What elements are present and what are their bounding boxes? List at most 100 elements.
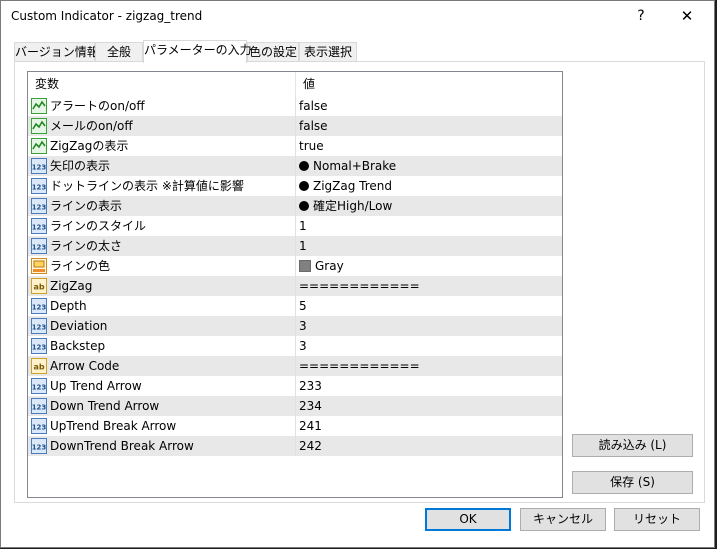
parameter-grid[interactable]: 変数 値 アラートのon/off false メールのon/off false ZigZ…	[27, 71, 563, 498]
color-swatch	[299, 260, 311, 272]
table-row[interactable]: 123 DownTrend Break Arrow 242	[28, 436, 562, 456]
parameter-name: 矢印の表示	[50, 159, 111, 173]
table-row[interactable]: 123 ドットラインの表示 ※計算値に影響 ZigZag Trend	[28, 176, 562, 196]
parameter-name: ラインの色	[50, 259, 111, 273]
number-icon: 123	[31, 238, 47, 254]
parameter-value[interactable]: false	[295, 116, 562, 136]
tab-strip: バージョン情報 全般 パラメーターの入力 色の設定 表示選択	[14, 40, 414, 63]
table-row[interactable]: 123 Down Trend Arrow 234	[28, 396, 562, 416]
svg-text:123: 123	[32, 244, 47, 252]
number-icon: 123	[31, 438, 47, 454]
number-icon: 123	[31, 158, 47, 174]
svg-text:123: 123	[32, 224, 47, 232]
tab-parameters[interactable]: パラメーターの入力	[143, 40, 252, 63]
parameter-value[interactable]: ============	[295, 276, 562, 296]
parameter-value-text: ============	[299, 279, 420, 293]
table-row[interactable]: 123 矢印の表示 Nomal+Brake	[28, 156, 562, 176]
parameter-value[interactable]: Nomal+Brake	[295, 156, 562, 176]
parameter-value[interactable]: 5	[295, 296, 562, 316]
cancel-button[interactable]: キャンセル	[520, 508, 606, 531]
table-row[interactable]: 123 Depth 5	[28, 296, 562, 316]
parameter-value-text: 3	[299, 339, 307, 353]
svg-text:ab: ab	[33, 363, 44, 372]
parameter-name: メールのon/off	[50, 119, 133, 133]
header-variable[interactable]: 変数	[28, 72, 295, 96]
svg-text:123: 123	[32, 204, 47, 212]
parameter-name: ラインの表示	[50, 199, 123, 213]
parameter-value-text: false	[299, 99, 328, 113]
save-button[interactable]: 保存 (S)	[572, 471, 693, 494]
parameter-value-text: 241	[299, 419, 322, 433]
tab-visualization[interactable]: 表示選択	[299, 42, 357, 62]
parameter-value-text: Nomal+Brake	[313, 159, 397, 173]
svg-text:123: 123	[32, 184, 47, 192]
table-row[interactable]: メールのon/off false	[28, 116, 562, 136]
parameter-value-text: 242	[299, 439, 322, 453]
parameter-name: ラインの太さ	[50, 239, 123, 253]
table-row[interactable]: ラインの色 Gray	[28, 256, 562, 276]
parameter-value[interactable]: 確定High/Low	[295, 196, 562, 216]
svg-text:123: 123	[32, 324, 47, 332]
table-row[interactable]: ab ZigZag ============	[28, 276, 562, 296]
grid-header: 変数 値	[28, 72, 562, 96]
string-icon: ab	[31, 278, 47, 294]
parameter-value[interactable]: 233	[295, 376, 562, 396]
tab-version-info[interactable]: バージョン情報	[14, 42, 99, 62]
parameter-name: UpTrend Break Arrow	[50, 419, 177, 433]
parameter-value-text: true	[299, 139, 324, 153]
ok-button[interactable]: OK	[425, 508, 511, 531]
bullet-icon	[299, 201, 309, 211]
parameter-value-text: 234	[299, 399, 322, 413]
number-icon: 123	[31, 338, 47, 354]
parameter-value[interactable]: false	[295, 96, 562, 116]
parameter-value[interactable]: ============	[295, 356, 562, 376]
close-button[interactable]: ✕	[664, 1, 710, 31]
string-icon: ab	[31, 358, 47, 374]
parameter-name: ドットラインの表示 ※計算値に影響	[50, 179, 244, 193]
load-button[interactable]: 読み込み (L)	[572, 434, 693, 457]
help-button[interactable]: ?	[618, 1, 664, 31]
number-icon: 123	[31, 298, 47, 314]
parameter-value-text: 確定High/Low	[313, 199, 393, 213]
parameter-name: Up Trend Arrow	[50, 379, 142, 393]
table-row[interactable]: ZigZagの表示 true	[28, 136, 562, 156]
table-row[interactable]: 123 ラインのスタイル 1	[28, 216, 562, 236]
parameter-value[interactable]: 1	[295, 216, 562, 236]
parameter-value[interactable]: 234	[295, 396, 562, 416]
number-icon: 123	[31, 178, 47, 194]
header-value[interactable]: 値	[295, 72, 562, 96]
parameter-value-text: false	[299, 119, 328, 133]
parameter-value[interactable]: 241	[295, 416, 562, 436]
parameter-value[interactable]: 1	[295, 236, 562, 256]
parameter-value-text: ZigZag Trend	[313, 179, 393, 193]
table-row[interactable]: 123 Up Trend Arrow 233	[28, 376, 562, 396]
number-icon: 123	[31, 218, 47, 234]
parameter-name: Arrow Code	[50, 359, 120, 373]
table-row[interactable]: 123 Deviation 3	[28, 316, 562, 336]
parameter-name: Deviation	[50, 319, 108, 333]
svg-text:123: 123	[32, 444, 47, 452]
parameter-value[interactable]: ZigZag Trend	[295, 176, 562, 196]
reset-button[interactable]: リセット	[614, 508, 700, 531]
color-icon	[31, 258, 47, 274]
parameter-value-text: Gray	[315, 259, 344, 273]
svg-text:123: 123	[32, 384, 47, 392]
parameter-value[interactable]: true	[295, 136, 562, 156]
svg-text:123: 123	[32, 304, 47, 312]
number-icon: 123	[31, 398, 47, 414]
parameter-value[interactable]: Gray	[295, 256, 562, 276]
table-row[interactable]: アラートのon/off false	[28, 96, 562, 116]
tab-general[interactable]: 全般	[95, 42, 143, 62]
table-row[interactable]: ab Arrow Code ============	[28, 356, 562, 376]
svg-text:123: 123	[32, 424, 47, 432]
parameter-value[interactable]: 242	[295, 436, 562, 456]
parameter-value-text: ============	[299, 359, 420, 373]
table-row[interactable]: 123 UpTrend Break Arrow 241	[28, 416, 562, 436]
table-row[interactable]: 123 Backstep 3	[28, 336, 562, 356]
table-row[interactable]: 123 ラインの表示 確定High/Low	[28, 196, 562, 216]
parameter-value[interactable]: 3	[295, 336, 562, 356]
parameter-value[interactable]: 3	[295, 316, 562, 336]
tab-colors[interactable]: 色の設定	[247, 42, 299, 62]
table-row[interactable]: 123 ラインの太さ 1	[28, 236, 562, 256]
number-icon: 123	[31, 418, 47, 434]
